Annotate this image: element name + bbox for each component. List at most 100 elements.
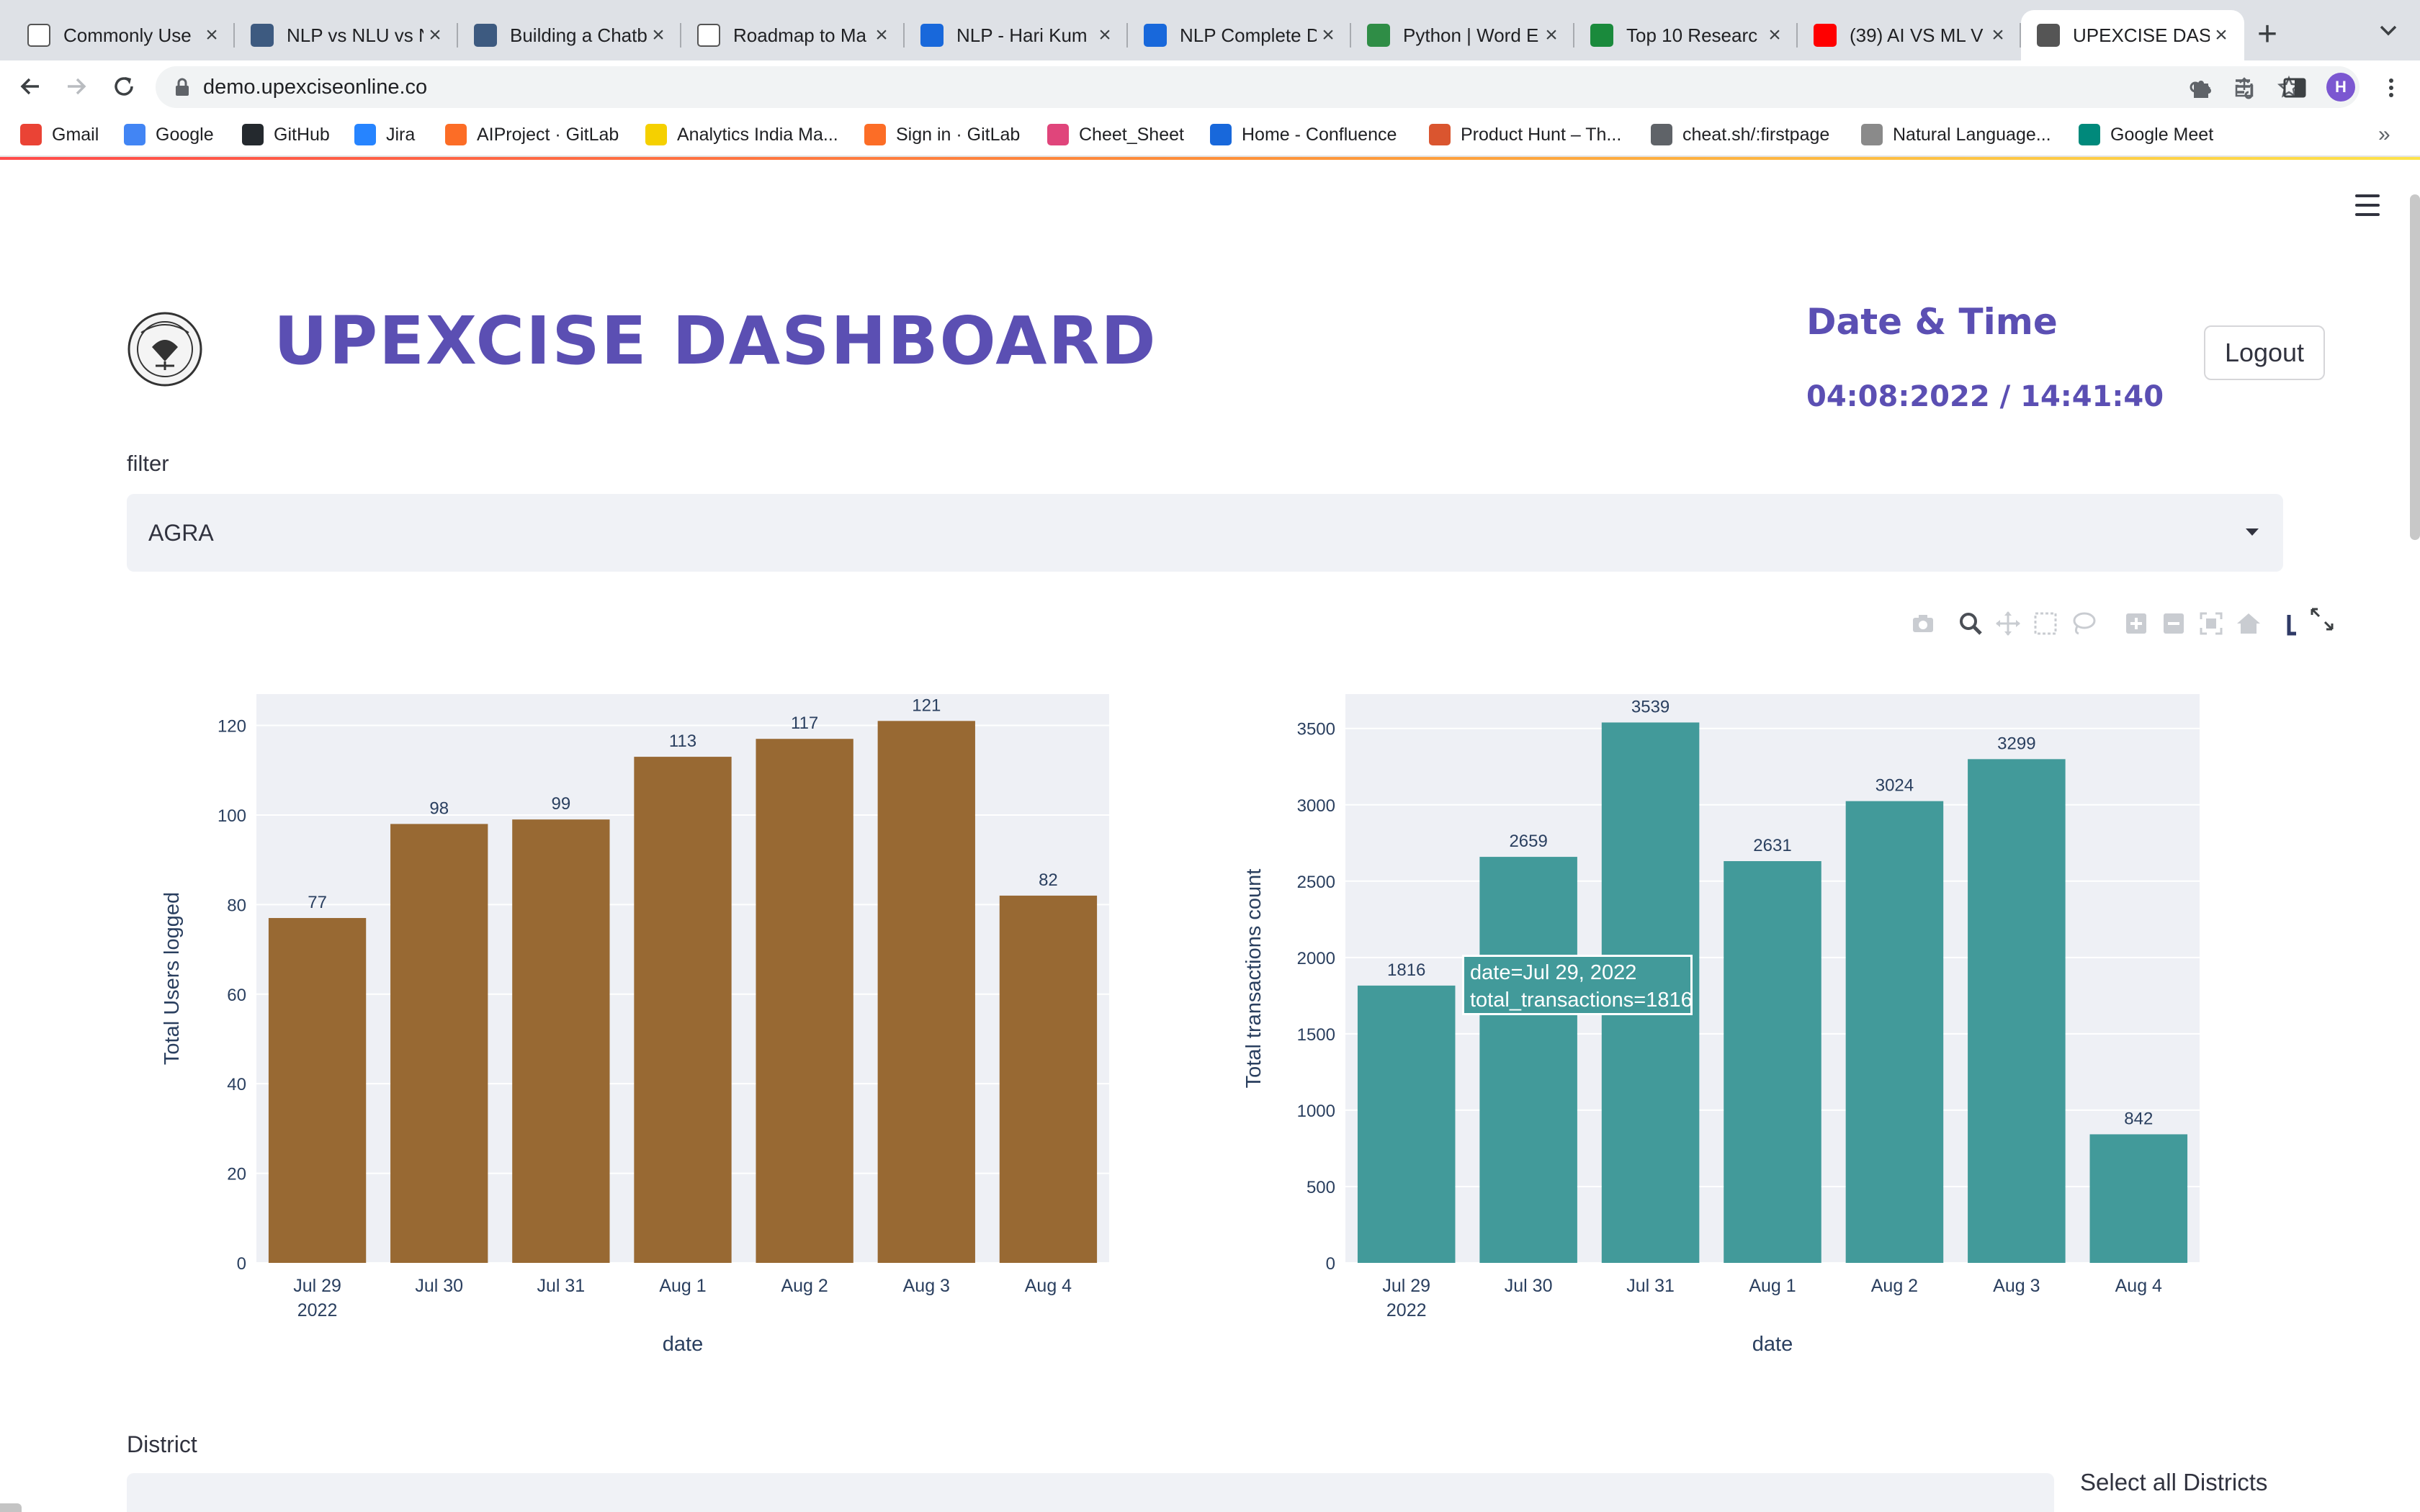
y-axis-title: Total transactions count bbox=[1242, 869, 1265, 1089]
zoom-in-icon[interactable] bbox=[2122, 609, 2151, 638]
filter-select[interactable]: AGRA bbox=[127, 494, 2283, 572]
browser-tab[interactable]: (39) AI VS ML V × bbox=[1798, 10, 2021, 60]
bookmark-label[interactable]: Product Hunt – Th... bbox=[1461, 125, 1621, 145]
bookmark-label[interactable]: Google Meet bbox=[2110, 125, 2213, 145]
bookmark-label[interactable]: Home - Confluence bbox=[1242, 125, 1397, 145]
bookmark-item[interactable]: Sign in · GitLab bbox=[864, 122, 1020, 147]
tab-title[interactable]: Python | Word E bbox=[1403, 24, 1540, 47]
bookmark-item[interactable]: Gmail bbox=[20, 122, 99, 147]
bar-value-label: 77 bbox=[308, 893, 327, 912]
datetime-value: 04:08:2022 / 14:41:40 bbox=[1806, 380, 2164, 413]
tab-close-icon[interactable]: × bbox=[2210, 23, 2233, 48]
camera-icon[interactable] bbox=[1909, 609, 1937, 638]
bookmark-item[interactable]: Home - Confluence bbox=[1210, 122, 1397, 147]
back-arrow-icon[interactable] bbox=[14, 71, 46, 102]
transactions-bar-chart: 0 500 1000 1500 2000 2500 3000 3500 1816 Jul 29 20… bbox=[1242, 694, 2200, 1356]
zoom-icon[interactable] bbox=[1956, 609, 1985, 638]
lock-icon[interactable] bbox=[174, 77, 190, 97]
filter-selected-value[interactable]: AGRA bbox=[148, 520, 214, 546]
bookmark-label[interactable]: Jira bbox=[386, 125, 415, 145]
browser-tab[interactable]: Commonly Use × bbox=[12, 10, 235, 60]
bookmark-label[interactable]: Cheet_Sheet bbox=[1079, 125, 1184, 145]
tab-title[interactable]: NLP - Hari Kum bbox=[956, 24, 1093, 47]
bookmark-item[interactable]: Google bbox=[124, 122, 214, 147]
bookmark-label[interactable]: Natural Language... bbox=[1893, 125, 2051, 145]
browser-menu-icon[interactable] bbox=[2378, 75, 2404, 101]
browser-tab[interactable]: Roadmap to Ma × bbox=[681, 10, 905, 60]
bookmarks-overflow-icon[interactable]: » bbox=[2378, 122, 2390, 147]
box-select-icon[interactable] bbox=[2031, 609, 2060, 638]
tab-close-icon[interactable]: × bbox=[200, 23, 223, 48]
bookmark-label[interactable]: Google bbox=[156, 125, 214, 145]
horizontal-scrollbar[interactable] bbox=[0, 1503, 22, 1512]
bookmark-item[interactable]: Google Meet bbox=[2079, 122, 2213, 147]
browser-tab[interactable]: Python | Word E × bbox=[1351, 10, 1574, 60]
dropdown-caret-icon[interactable] bbox=[2246, 528, 2259, 536]
reset-axes-home-icon[interactable] bbox=[2234, 609, 2263, 638]
tab-close-icon[interactable]: × bbox=[1540, 23, 1563, 48]
tab-close-icon[interactable]: × bbox=[1763, 23, 1786, 48]
bookmark-label[interactable]: Sign in · GitLab bbox=[896, 125, 1020, 145]
bookmark-label[interactable]: AIProject · GitLab bbox=[477, 125, 619, 145]
reload-icon[interactable] bbox=[108, 71, 140, 102]
bookmark-label[interactable]: cheat.sh/:firstpage bbox=[1682, 125, 1829, 145]
tab-favicon-dots-icon bbox=[1590, 24, 1613, 47]
tab-title[interactable]: UPEXCISE DASH bbox=[2073, 24, 2210, 47]
bookmark-item[interactable]: Analytics India Ma... bbox=[645, 122, 838, 147]
browser-tab[interactable]: NLP vs NLU vs N × bbox=[235, 10, 458, 60]
bookmark-label[interactable]: Gmail bbox=[52, 125, 99, 145]
district-select[interactable] bbox=[127, 1473, 2054, 1512]
url-text[interactable]: demo.upexciseonline.co bbox=[203, 76, 427, 99]
browser-tab[interactable]: NLP Complete D × bbox=[1128, 10, 1351, 60]
app-menu-icon[interactable] bbox=[2355, 194, 2380, 216]
page-scrollbar[interactable] bbox=[2410, 194, 2420, 540]
browser-tab[interactable]: Building a Chatb × bbox=[458, 10, 681, 60]
tab-close-icon[interactable]: × bbox=[870, 23, 893, 48]
bookmark-item[interactable]: Cheet_Sheet bbox=[1047, 122, 1184, 147]
tab-title[interactable]: NLP Complete D bbox=[1180, 24, 1317, 47]
bar bbox=[1479, 857, 1577, 1263]
autoscale-icon[interactable] bbox=[2197, 609, 2226, 638]
tab-title[interactable]: NLP vs NLU vs N bbox=[287, 24, 424, 47]
tab-close-icon[interactable]: × bbox=[1317, 23, 1340, 48]
extensions-icon[interactable] bbox=[2190, 75, 2215, 101]
tab-search-chevron-icon[interactable] bbox=[2374, 16, 2403, 45]
new-tab-icon[interactable]: + bbox=[2257, 13, 2277, 56]
address-bar[interactable]: demo.upexciseonline.co bbox=[156, 66, 2360, 108]
reading-list-icon[interactable] bbox=[2233, 75, 2259, 101]
bookmark-item[interactable]: AIProject · GitLab bbox=[445, 122, 619, 147]
tab-title[interactable]: Building a Chatb bbox=[510, 24, 647, 47]
x-tick-label: Aug 4 bbox=[1025, 1276, 1072, 1296]
logout-button[interactable]: Logout bbox=[2204, 325, 2325, 380]
y-tick-label: 0 bbox=[237, 1254, 246, 1274]
tab-close-icon[interactable]: × bbox=[647, 23, 670, 48]
side-panel-icon[interactable] bbox=[2282, 75, 2308, 101]
tab-strip: Commonly Use × NLP vs NLU vs N × Building a … bbox=[0, 0, 2420, 60]
bookmark-item[interactable]: Product Hunt – Th... bbox=[1429, 122, 1621, 147]
profile-avatar[interactable]: H bbox=[2326, 73, 2355, 102]
fullscreen-icon[interactable] bbox=[2308, 605, 2336, 634]
browser-tab[interactable]: Top 10 Researc × bbox=[1574, 10, 1798, 60]
zoom-out-icon[interactable] bbox=[2159, 609, 2188, 638]
bar bbox=[1357, 985, 1456, 1263]
bookmark-item[interactable]: Natural Language... bbox=[1861, 122, 2051, 147]
tab-title[interactable]: (39) AI VS ML V bbox=[1850, 24, 1986, 47]
tab-title[interactable]: Top 10 Researc bbox=[1626, 24, 1763, 47]
bar bbox=[390, 824, 488, 1263]
pan-icon[interactable] bbox=[1994, 609, 2022, 638]
browser-tab[interactable]: NLP - Hari Kum × bbox=[905, 10, 1128, 60]
lasso-select-icon[interactable] bbox=[2069, 609, 2097, 638]
tab-title[interactable]: Commonly Use bbox=[63, 24, 200, 47]
forward-arrow-icon[interactable] bbox=[60, 71, 92, 102]
bookmark-item[interactable]: GitHub bbox=[242, 122, 330, 147]
select-all-districts-checkbox-label[interactable]: Select all Districts bbox=[2080, 1469, 2267, 1496]
browser-tab[interactable]: UPEXCISE DASH × bbox=[2021, 10, 2244, 60]
bookmark-label[interactable]: GitHub bbox=[274, 125, 330, 145]
bookmark-item[interactable]: cheat.sh/:firstpage bbox=[1651, 122, 1829, 147]
bookmark-item[interactable]: Jira bbox=[354, 122, 415, 147]
tab-close-icon[interactable]: × bbox=[1986, 23, 2009, 48]
tab-title[interactable]: Roadmap to Ma bbox=[733, 24, 870, 47]
tab-close-icon[interactable]: × bbox=[424, 23, 447, 48]
tab-close-icon[interactable]: × bbox=[1093, 23, 1116, 48]
bookmark-label[interactable]: Analytics India Ma... bbox=[677, 125, 838, 145]
